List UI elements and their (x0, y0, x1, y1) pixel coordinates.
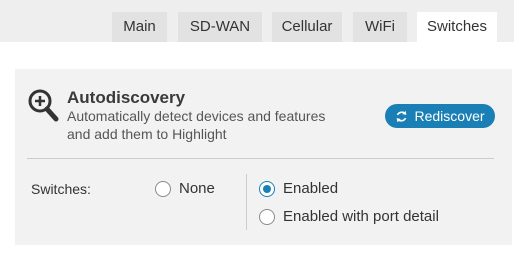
radio-none[interactable]: None (155, 180, 215, 197)
rediscover-button[interactable]: Rediscover (385, 104, 495, 128)
rediscover-label: Rediscover (414, 108, 485, 124)
tab-bar: Main SD-WAN Cellular WiFi Switches (0, 0, 514, 42)
radio-enabled-label: Enabled (283, 180, 339, 197)
autodiscovery-description-line2: and add them to Highlight (67, 126, 227, 142)
magnifier-plus-icon (27, 88, 59, 122)
radio-none-circle[interactable] (155, 180, 171, 197)
tab-wifi[interactable]: WiFi (353, 12, 407, 42)
tab-cellular[interactable]: Cellular (272, 12, 342, 42)
autodiscovery-title: Autodiscovery (67, 88, 186, 107)
switches-label: Switches: (31, 181, 91, 197)
radio-enabled-port-detail-circle[interactable] (259, 208, 275, 225)
radio-enabled[interactable]: Enabled (259, 180, 338, 197)
tab-main[interactable]: Main (112, 12, 167, 42)
section-divider (27, 158, 494, 159)
radio-enabled-port-detail[interactable]: Enabled with port detail (259, 208, 439, 225)
refresh-icon (397, 110, 407, 122)
tab-sd-wan[interactable]: SD-WAN (178, 12, 262, 42)
radio-enabled-port-detail-label: Enabled with port detail (283, 208, 439, 225)
radio-enabled-circle[interactable] (259, 180, 275, 197)
radio-none-label: None (179, 180, 215, 197)
options-divider (246, 174, 247, 230)
tab-switches[interactable]: Switches (417, 12, 497, 42)
autodiscovery-description-line1: Automatically detect devices and feature… (67, 108, 326, 124)
